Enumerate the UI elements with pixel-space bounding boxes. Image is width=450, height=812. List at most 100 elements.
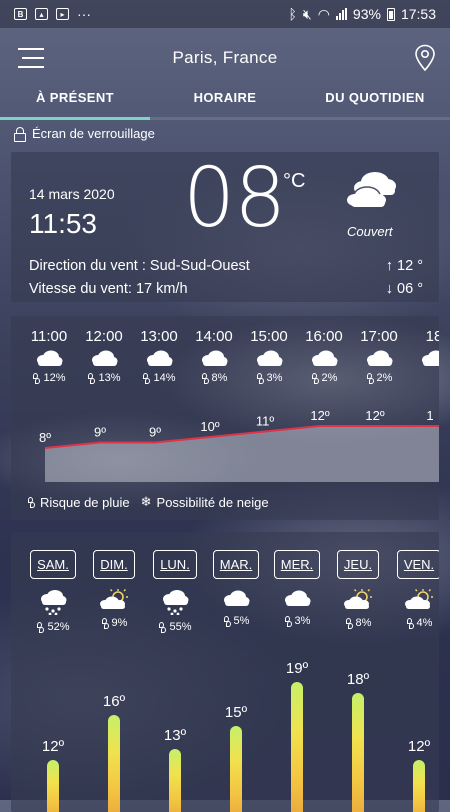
hour-temp-label: 9º <box>149 425 161 440</box>
rain-drop-icon <box>201 372 209 384</box>
day-column[interactable]: MAR. 5% <box>208 550 264 627</box>
hour-temp-label: 10º <box>200 419 219 434</box>
rain-drop-icon <box>223 615 231 627</box>
rain-drop-icon <box>256 372 264 384</box>
tab-now[interactable]: À PRÉSENT <box>0 82 150 120</box>
status-bar: B ▴ ▸ ··· ᛒ 🔇︎ ◠ 93% 17:53 <box>0 0 450 28</box>
day-column[interactable]: JEU. 8% <box>330 550 386 629</box>
day-temp-label: 12º <box>41 737 65 755</box>
tab-hourly[interactable]: HORAIRE <box>150 82 300 120</box>
signal-icon <box>335 8 347 20</box>
cloud-icon <box>422 350 439 366</box>
cloud-icon <box>92 350 118 366</box>
hour-time: 18 <box>425 328 439 345</box>
hour-rain-value: 12% <box>43 372 66 384</box>
rain-drop-icon <box>158 621 167 633</box>
day-temp-label: 19º <box>285 660 309 677</box>
tab-daily[interactable]: DU QUOTIDIEN <box>300 82 450 120</box>
day-column[interactable]: DIM. 9% <box>86 550 142 629</box>
current-date: 14 mars 2020 <box>29 186 115 202</box>
hour-column: 17:00 2% <box>351 328 407 384</box>
temp-min: ↓ 06 ° <box>385 281 423 297</box>
sun-cloud-icon <box>405 589 433 609</box>
daily-temperature-bars: 12º 16º 13º 15º 19º 18º 12º <box>11 660 439 812</box>
day-column[interactable]: MER. 3% <box>269 550 325 627</box>
battery-percent: 93% <box>352 6 381 22</box>
mute-icon: 🔇︎ <box>302 5 312 22</box>
hour-time: 17:00 <box>360 328 398 345</box>
day-rain-chance: 8% <box>330 617 386 629</box>
condition-text: Couvert <box>347 224 393 239</box>
day-rain-chance: 3% <box>269 615 325 627</box>
sun-cloud-icon <box>100 589 128 609</box>
tab-bar: À PRÉSENT HORAIRE DU QUOTIDIEN <box>0 82 450 120</box>
day-rain-chance: 5% <box>208 615 264 627</box>
app-notification-icon: B <box>14 8 27 20</box>
day-label[interactable]: VEN. <box>396 550 439 579</box>
temp-max: ↑ 12 ° <box>385 258 423 274</box>
hour-rain-value: 8% <box>211 372 228 384</box>
cloud-icon <box>147 350 173 366</box>
location-pin-icon[interactable] <box>414 44 436 72</box>
hour-time: 14:00 <box>195 328 233 345</box>
hourly-temperature-graph: 8º 9º 9º 10º 11º 12º 12º 1 <box>39 408 439 482</box>
hour-temp-label: 1 <box>426 408 433 423</box>
day-label[interactable]: MER. <box>273 550 321 579</box>
day-rain-value: 3% <box>294 615 311 627</box>
hour-temp-label: 12º <box>365 408 384 423</box>
day-column[interactable]: LUN. 55% <box>147 550 203 633</box>
day-rain-value: 8% <box>355 617 372 629</box>
app-bar: Paris, France <box>0 28 450 90</box>
hour-column: 13:00 14% <box>131 328 187 384</box>
wind-speed: Vitesse du vent: 17 km/h <box>29 281 188 297</box>
hour-time: 13:00 <box>140 328 178 345</box>
rain-drop-icon <box>284 615 292 627</box>
cloud-icon <box>312 350 338 366</box>
hour-rain-chance: 3% <box>241 372 297 384</box>
current-weather-card: 14 mars 2020 11:53 08 °C Couvert Directi… <box>11 152 439 302</box>
city-title[interactable]: Paris, France <box>0 48 450 68</box>
bluetooth-icon: ᛒ <box>288 6 297 22</box>
lock-screen-toggle[interactable]: Écran de verrouillage <box>14 126 155 142</box>
day-temp-bar <box>413 759 425 812</box>
snowflake-icon: ❄ <box>140 494 152 509</box>
hour-temp-label: 12º <box>310 408 329 423</box>
day-temp-bar <box>47 759 59 812</box>
day-label[interactable]: LUN. <box>153 550 197 579</box>
day-label[interactable]: JEU. <box>336 550 380 579</box>
day-temp-label: 12º <box>407 737 431 755</box>
hour-column: 12:00 13% <box>76 328 132 384</box>
day-rain-value: 4% <box>416 617 433 629</box>
day-rain-value: 55% <box>169 621 192 633</box>
hour-rain-value: 13% <box>98 372 121 384</box>
day-rain-chance: 52% <box>25 621 81 633</box>
day-temp-bar <box>169 748 181 812</box>
day-temp-bar <box>108 715 120 812</box>
day-column[interactable]: SAM. 52% <box>25 550 81 633</box>
day-column[interactable]: VEN. 4% <box>391 550 439 629</box>
lock-screen-label: Écran de verrouillage <box>32 126 155 141</box>
hour-rain-value: 2% <box>376 372 393 384</box>
day-label[interactable]: SAM. <box>30 550 76 579</box>
day-label[interactable]: MAR. <box>212 550 260 579</box>
rain-drop-icon <box>142 372 151 384</box>
hour-time: 11:00 <box>30 328 68 345</box>
hour-column: 15:00 3% <box>241 328 297 384</box>
daily-forecast-card[interactable]: 12º 16º 13º 15º 19º 18º 12º SAM. 52% DIM. 9% LUN. 5… <box>11 532 439 812</box>
hourly-forecast-card[interactable]: 8º 9º 9º 10º 11º 12º 12º 1 Risque de pluie ❄ Po… <box>11 316 439 520</box>
current-temperature: 08 <box>183 151 286 246</box>
day-rain-value: 52% <box>47 621 70 633</box>
day-label[interactable]: DIM. <box>93 550 135 579</box>
hour-time: 15:00 <box>250 328 288 345</box>
cloud-icon <box>285 590 311 606</box>
wind-direction: Direction du vent : Sud-Sud-Ouest <box>29 258 250 274</box>
rain-drop-icon <box>87 372 96 384</box>
cloud-icon <box>224 590 250 606</box>
day-temp-label: 16º <box>102 693 126 711</box>
rain-drop-icon <box>101 617 109 629</box>
hour-rain-chance: 2% <box>351 372 407 384</box>
legend-rain: Risque de pluie <box>40 494 130 510</box>
lock-icon <box>14 126 26 142</box>
system-icons: ᛒ 🔇︎ ◠ 93% 17:53 <box>288 6 436 23</box>
hour-rain-value: 2% <box>321 372 338 384</box>
